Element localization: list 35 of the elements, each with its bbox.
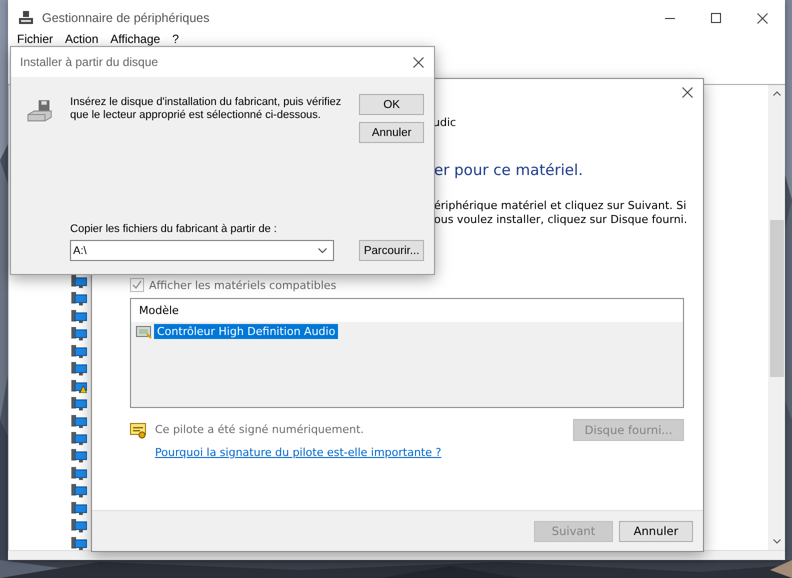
window-title: Gestionnaire de périphériques (42, 11, 210, 25)
signature-link[interactable]: Pourquoi la signature du pilote est-elle importante ? (155, 446, 573, 459)
menu-item[interactable]: ? (166, 30, 185, 48)
close-icon[interactable] (682, 87, 693, 98)
dialog-title: Installer à partir du disque (20, 55, 158, 69)
certificate-icon (130, 423, 147, 439)
checkbox-label: Afficher les matériels compatibles (149, 278, 336, 292)
controller-icon (136, 324, 152, 338)
menu-item[interactable]: Affichage (104, 30, 166, 48)
floppy-drive-icon (27, 98, 52, 124)
device-manager-icon (18, 10, 34, 26)
column-header: Modèle (131, 299, 683, 322)
chevron-down-icon (318, 248, 328, 253)
ok-button[interactable]: OK (359, 94, 424, 115)
close-icon[interactable] (413, 56, 424, 68)
signature-status: Ce pilote a été signé numériquement. (155, 423, 365, 436)
model-list[interactable]: Modèle Contrôleur High Definition Audio (130, 298, 684, 408)
scrollbar[interactable] (768, 85, 785, 550)
instruction-text: Insérez le disque d'installation du fabricant, puis vérifiez (70, 96, 342, 108)
scroll-down-icon[interactable] (772, 539, 780, 544)
path-dropdown[interactable]: A:\ (70, 240, 334, 261)
scroll-up-icon[interactable] (772, 91, 780, 96)
close-icon[interactable] (756, 12, 768, 24)
wizard-heading: er pour ce matériel. (434, 161, 584, 179)
browse-button[interactable]: Parcourir... (359, 240, 424, 261)
instruction-text: que le lecteur approprié est sélectionné ci-dessous. (70, 109, 322, 121)
menu-item[interactable]: Action (59, 30, 104, 48)
cancel-button[interactable]: Annuler (619, 520, 693, 542)
instruction-text: ous voulez installer, cliquez sur Disque fourni. (434, 213, 688, 226)
copy-from-label: Copier les fichiers du fabricant à partir de : (70, 223, 278, 235)
cancel-button[interactable]: Annuler (359, 122, 424, 143)
menu-item[interactable]: Fichier (11, 30, 60, 48)
maximize-icon (711, 13, 721, 23)
model-item[interactable]: Contrôleur High Definition Audio (154, 324, 338, 339)
instruction-text: ériphérique matériel et cliquez sur Suivant. Si (434, 199, 688, 212)
